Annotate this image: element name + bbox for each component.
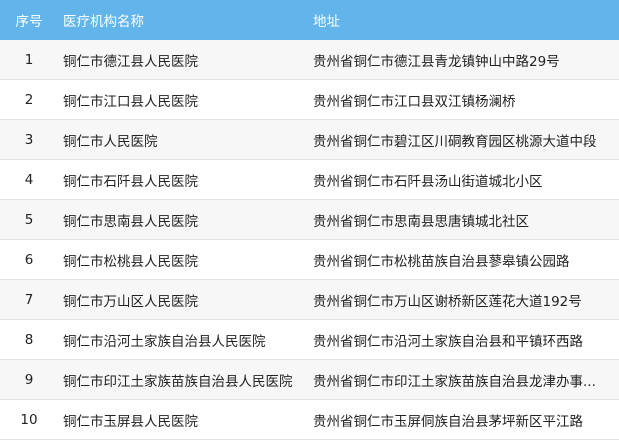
row-index: 3 — [0, 119, 58, 160]
hospital-name: 铜仁市沿河土家族自治县人民医院 — [58, 319, 310, 360]
hospital-address: 贵州省铜仁市思南县思唐镇城北社区 — [310, 199, 619, 240]
hospital-address: 贵州省铜仁市万山区谢桥新区莲花大道192号 — [310, 279, 619, 320]
hospital-address: 贵州省铜仁市石阡县汤山街道城北小区 — [310, 159, 619, 200]
hospital-table: 序号 医疗机构名称 地址 1 铜仁市德江县人民医院 贵州省铜仁市德江县青龙镇钟山… — [0, 0, 619, 440]
hospital-address: 贵州省铜仁市碧江区川硐教育园区桃源大道中段 — [310, 119, 619, 160]
hospital-name: 铜仁市德江县人民医院 — [58, 40, 310, 80]
table-row: 2 铜仁市江口县人民医院 贵州省铜仁市江口县双江镇杨澜桥 — [0, 79, 619, 120]
row-index: 10 — [0, 399, 58, 440]
row-index: 6 — [0, 239, 58, 280]
row-index: 5 — [0, 199, 58, 240]
hospital-name: 铜仁市玉屏县人民医院 — [58, 399, 310, 440]
header-row: 序号 医疗机构名称 地址 — [0, 0, 619, 40]
hospital-address: 贵州省铜仁市玉屏侗族自治县茅坪新区平江路 — [310, 399, 619, 440]
table-header: 序号 医疗机构名称 地址 — [0, 0, 619, 40]
hospital-name: 铜仁市松桃县人民医院 — [58, 239, 310, 280]
row-index: 7 — [0, 279, 58, 320]
table-row: 1 铜仁市德江县人民医院 贵州省铜仁市德江县青龙镇钟山中路29号 — [0, 40, 619, 80]
table-row: 4 铜仁市石阡县人民医院 贵州省铜仁市石阡县汤山街道城北小区 — [0, 159, 619, 200]
table-row: 9 铜仁市印江土家族苗族自治县人民医院 贵州省铜仁市印江土家族苗族自治县龙津办事… — [0, 359, 619, 400]
table-row: 7 铜仁市万山区人民医院 贵州省铜仁市万山区谢桥新区莲花大道192号 — [0, 279, 619, 320]
table-row: 3 铜仁市人民医院 贵州省铜仁市碧江区川硐教育园区桃源大道中段 — [0, 119, 619, 160]
hospital-name: 铜仁市思南县人民医院 — [58, 199, 310, 240]
hospital-address: 贵州省铜仁市沿河土家族自治县和平镇环西路 — [310, 319, 619, 360]
table-body: 1 铜仁市德江县人民医院 贵州省铜仁市德江县青龙镇钟山中路29号 2 铜仁市江口… — [0, 40, 619, 440]
column-header-name: 医疗机构名称 — [58, 0, 310, 40]
row-index: 4 — [0, 159, 58, 200]
column-header-index: 序号 — [0, 0, 58, 40]
row-index: 9 — [0, 359, 58, 400]
table-row: 5 铜仁市思南县人民医院 贵州省铜仁市思南县思唐镇城北社区 — [0, 199, 619, 240]
table-row: 10 铜仁市玉屏县人民医院 贵州省铜仁市玉屏侗族自治县茅坪新区平江路 — [0, 399, 619, 440]
hospital-address: 贵州省铜仁市印江土家族苗族自治县龙津办事... — [310, 359, 619, 400]
hospital-name: 铜仁市印江土家族苗族自治县人民医院 — [58, 359, 310, 400]
hospital-name: 铜仁市江口县人民医院 — [58, 79, 310, 120]
row-index: 2 — [0, 79, 58, 120]
hospital-name: 铜仁市石阡县人民医院 — [58, 159, 310, 200]
table-row: 8 铜仁市沿河土家族自治县人民医院 贵州省铜仁市沿河土家族自治县和平镇环西路 — [0, 319, 619, 360]
hospital-address: 贵州省铜仁市江口县双江镇杨澜桥 — [310, 79, 619, 120]
hospital-address: 贵州省铜仁市德江县青龙镇钟山中路29号 — [310, 40, 619, 80]
column-header-address: 地址 — [310, 0, 619, 40]
table-row: 6 铜仁市松桃县人民医院 贵州省铜仁市松桃苗族自治县蓼皋镇公园路 — [0, 239, 619, 280]
hospital-address: 贵州省铜仁市松桃苗族自治县蓼皋镇公园路 — [310, 239, 619, 280]
row-index: 8 — [0, 319, 58, 360]
hospital-name: 铜仁市万山区人民医院 — [58, 279, 310, 320]
row-index: 1 — [0, 40, 58, 80]
hospital-name: 铜仁市人民医院 — [58, 119, 310, 160]
